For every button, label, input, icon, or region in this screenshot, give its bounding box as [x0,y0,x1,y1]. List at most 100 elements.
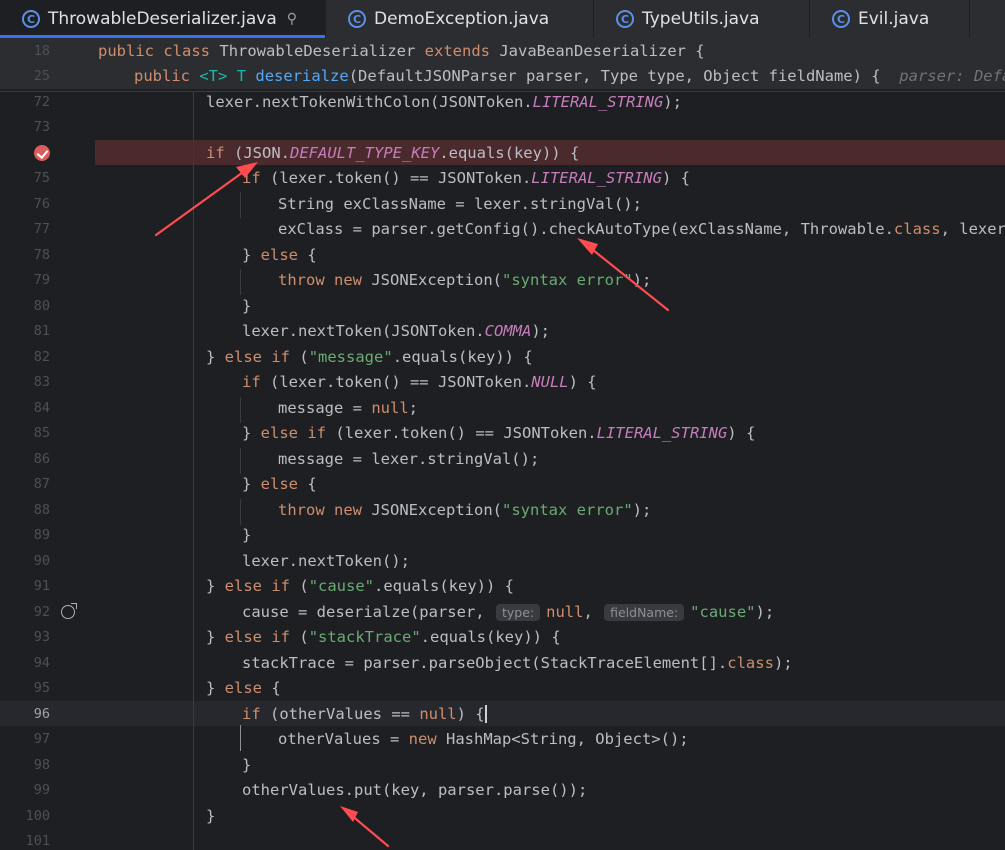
code-line[interactable]: 78 } else { [0,242,1005,268]
line-number: 98 [33,756,50,773]
code-line[interactable]: 79 throw new JSONException("syntax error… [0,268,1005,294]
c-class-icon: C [832,10,850,28]
code-text: } else { [206,679,281,698]
code-line[interactable]: 97 otherValues = new HashMap<String, Obj… [0,727,1005,753]
parameter-hint: parser: Default [899,67,1005,86]
code-text: String exClassName = lexer.stringVal(); [278,194,642,213]
editor-tab-bar: C ThrowableDeserializer.java ⚲ C DemoExc… [0,0,1005,38]
code-line[interactable]: 90 lexer.nextToken(); [0,548,1005,574]
code-line[interactable]: 77 exClass = parser.getConfig().checkAut… [0,217,1005,243]
tab-evil[interactable]: C Evil.java [810,0,970,38]
code-text: throw new JSONException("syntax error"); [278,271,652,290]
code-text: if (otherValues == null) { [242,704,487,723]
code-text: } else { [242,245,317,264]
code-text: cause = deserialze(parser, type: null, fi… [242,602,775,621]
line-number: 79 [33,272,50,289]
code-line[interactable]: 101 [0,829,1005,850]
code-line[interactable]: 86 message = lexer.stringVal(); [0,446,1005,472]
line-number: 75 [33,170,50,187]
parameter-hint: type: [495,603,541,621]
code-text: } [242,526,252,545]
line-number: 73 [33,119,50,136]
code-line[interactable]: 80 } [0,293,1005,319]
code-line-current[interactable]: 96 if (otherValues == null) { [0,701,1005,727]
line-number: 96 [33,705,50,722]
line-number: 18 [33,42,50,59]
code-text: } else { [242,475,317,494]
code-line[interactable]: 75 if (lexer.token() == JSONToken.LITERA… [0,166,1005,192]
code-line[interactable]: 93 } else if ("stackTrace".equals(key)) … [0,625,1005,651]
code-text: message = lexer.stringVal(); [278,449,540,468]
code-text: public <T> T deserialze(DefaultJSONParse… [134,67,1005,85]
code-text: if (JSON.DEFAULT_TYPE_KEY.equals(key)) { [206,143,580,162]
code-text: exClass = parser.getConfig().checkAutoTy… [278,220,1005,239]
line-number: 83 [33,374,50,391]
tab-label: ThrowableDeserializer.java [48,9,277,29]
code-line[interactable]: 89 } [0,523,1005,549]
code-text: otherValues = new HashMap<String, Object… [278,730,689,749]
code-line[interactable]: 88 throw new JSONException("syntax error… [0,497,1005,523]
code-text: } [242,755,252,774]
code-line-breakpoint[interactable]: if (JSON.DEFAULT_TYPE_KEY.equals(key)) { [0,140,1005,166]
pin-icon[interactable]: ⚲ [287,11,297,27]
tab-throwable-deserializer[interactable]: C ThrowableDeserializer.java ⚲ [0,0,326,38]
line-number: 94 [33,654,50,671]
code-text: } [242,296,252,315]
line-number: 97 [33,731,50,748]
line-number: 91 [33,578,50,595]
c-class-icon: C [348,10,366,28]
line-number: 95 [33,680,50,697]
code-text: public class ThrowableDeserializer exten… [98,41,705,60]
code-line[interactable]: 91 } else if ("cause".equals(key)) { [0,574,1005,600]
code-text: throw new JSONException("syntax error"); [278,500,652,519]
parameter-hint: fieldName: [604,603,685,621]
code-text: lexer.nextToken(JSONToken.COMMA); [242,322,550,341]
tab-label: DemoException.java [374,9,550,29]
code-line[interactable]: 95 } else { [0,676,1005,702]
code-line[interactable]: 92 cause = deserialze(parser, type: null,… [0,599,1005,625]
text-cursor [484,705,487,723]
code-editor[interactable]: 18 public class ThrowableDeserializer ex… [0,38,1005,850]
line-number: 101 [25,833,50,850]
code-text: } else if (lexer.token() == JSONToken.LI… [242,424,756,443]
code-text: } [206,806,216,825]
code-line[interactable]: 81 lexer.nextToken(JSONToken.COMMA); [0,319,1005,345]
code-line[interactable]: 85 } else if (lexer.token() == JSONToken… [0,421,1005,447]
c-class-icon: C [22,10,40,28]
code-line[interactable]: 94 stackTrace = parser.parseObject(Stack… [0,650,1005,676]
code-line[interactable]: 72 lexer.nextTokenWithColon(JSONToken.LI… [0,89,1005,115]
code-line[interactable]: 82 } else if ("message".equals(key)) { [0,344,1005,370]
line-number: 88 [33,501,50,518]
tab-label: TypeUtils.java [642,9,760,29]
line-number: 82 [33,348,50,365]
code-line[interactable]: 73 [0,115,1005,141]
code-line[interactable]: 87 } else { [0,472,1005,498]
code-text: lexer.nextToken(); [242,551,410,570]
breakpoint-icon[interactable] [34,144,50,161]
tab-label: Evil.java [858,9,930,29]
tab-type-utils[interactable]: C TypeUtils.java [594,0,810,38]
sticky-line[interactable]: 25 public <T> T deserialze(DefaultJSONPa… [0,63,1005,89]
code-text: if (lexer.token() == JSONToken.NULL) { [242,373,597,392]
code-line[interactable]: 99 otherValues.put(key, parser.parse()); [0,778,1005,804]
code-line[interactable]: 98 } [0,752,1005,778]
code-text: } else if ("message".equals(key)) { [206,347,533,366]
tab-demo-exception[interactable]: C DemoException.java [326,0,594,38]
code-line[interactable]: 100 } [0,803,1005,829]
line-number: 81 [33,323,50,340]
line-number: 87 [33,476,50,493]
recursive-call-icon[interactable] [61,602,77,619]
line-number: 89 [33,527,50,544]
line-number: 90 [33,552,50,569]
code-text: otherValues.put(key, parser.parse()); [242,781,588,800]
line-number: 72 [33,93,50,110]
code-text: stackTrace = parser.parseObject(StackTra… [242,653,793,672]
code-text: message = null; [278,398,418,417]
c-class-icon: C [616,10,634,28]
code-line[interactable]: 76 String exClassName = lexer.stringVal(… [0,191,1005,217]
line-number: 92 [33,603,50,620]
code-line[interactable]: 83 if (lexer.token() == JSONToken.NULL) … [0,370,1005,396]
sticky-line[interactable]: 18 public class ThrowableDeserializer ex… [0,38,1005,64]
line-number: 25 [33,68,50,85]
code-line[interactable]: 84 message = null; [0,395,1005,421]
